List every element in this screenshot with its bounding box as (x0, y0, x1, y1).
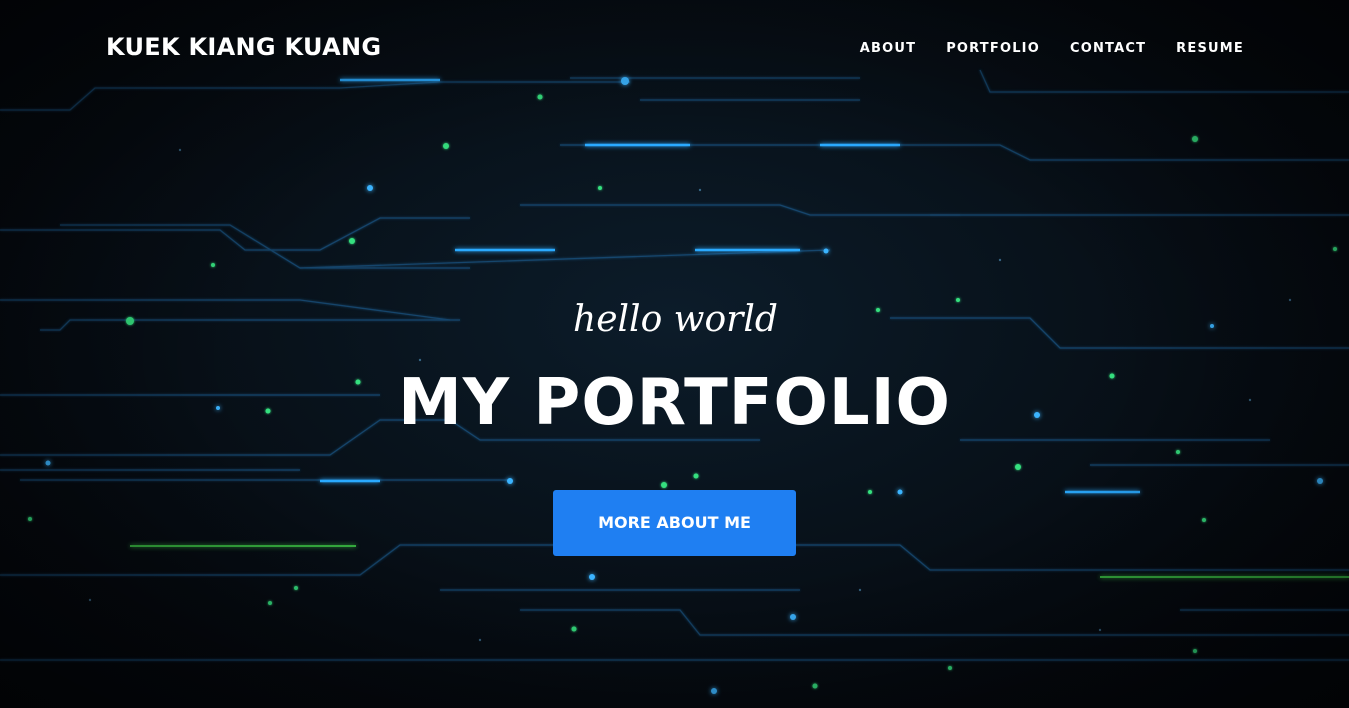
page: KUEK KIANG KUANG ABOUT PORTFOLIO CONTACT… (0, 0, 1349, 708)
brand-link[interactable]: KUEK KIANG KUANG (106, 33, 381, 61)
nav-link-resume[interactable]: RESUME (1176, 41, 1244, 56)
nav-link-contact[interactable]: CONTACT (1070, 41, 1146, 56)
hero-title: MY PORTFOLIO (398, 366, 951, 440)
nav-link-portfolio[interactable]: PORTFOLIO (946, 41, 1040, 56)
hero-section: hello world MY PORTFOLIO (0, 290, 1349, 448)
nav-link-about[interactable]: ABOUT (860, 41, 916, 56)
top-navbar: KUEK KIANG KUANG ABOUT PORTFOLIO CONTACT… (0, 0, 1349, 100)
nav-links: ABOUT PORTFOLIO CONTACT RESUME (860, 41, 1244, 56)
hero-subtitle: hello world (573, 299, 778, 340)
more-about-me-button[interactable]: MORE ABOUT ME (553, 490, 796, 556)
